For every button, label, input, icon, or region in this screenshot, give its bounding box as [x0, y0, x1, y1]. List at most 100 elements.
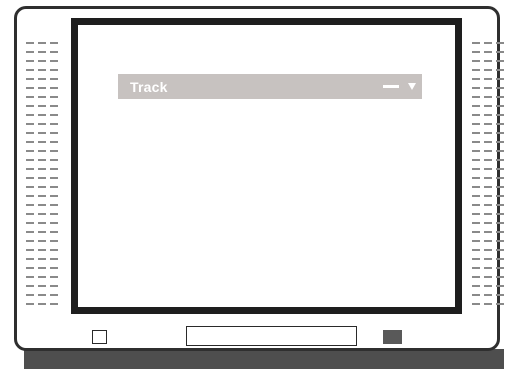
grille-slot — [472, 69, 480, 71]
grille-slot — [50, 60, 58, 62]
grille-slot — [50, 51, 58, 53]
grille-slot — [484, 96, 492, 98]
grille-slot — [26, 204, 34, 206]
control-button[interactable] — [383, 330, 402, 344]
grille-slot — [38, 267, 46, 269]
grille-slot — [472, 195, 480, 197]
grille-slot — [472, 231, 480, 233]
grille-slot — [472, 168, 480, 170]
grille-slot — [26, 51, 34, 53]
grille-slot — [472, 303, 480, 305]
grille-slot — [38, 141, 46, 143]
grille-slot — [496, 213, 504, 215]
grille-slot — [484, 285, 492, 287]
grille-slot — [472, 240, 480, 242]
grille-slot — [484, 51, 492, 53]
grille-slot — [50, 150, 58, 152]
track-label: Track — [130, 78, 168, 95]
grille-slot — [472, 222, 480, 224]
grille-slot — [484, 78, 492, 80]
grille-slot — [472, 204, 480, 206]
grille-slot — [38, 294, 46, 296]
grille-slot — [484, 69, 492, 71]
minus-icon[interactable] — [383, 85, 399, 88]
grille-slot — [496, 303, 504, 305]
grille-slot — [26, 69, 34, 71]
grille-slot — [484, 114, 492, 116]
grille-slot — [26, 150, 34, 152]
grille-slot — [38, 177, 46, 179]
grille-slot — [26, 231, 34, 233]
grille-slot — [50, 276, 58, 278]
grille-slot — [26, 141, 34, 143]
grille-slot — [496, 267, 504, 269]
grille-slot — [26, 105, 34, 107]
grille-slot — [484, 132, 492, 134]
grille-slot — [50, 195, 58, 197]
grille-slot — [496, 285, 504, 287]
grille-slot — [38, 132, 46, 134]
grille-slot — [484, 159, 492, 161]
grille-slot — [496, 222, 504, 224]
speaker-grille-left — [24, 42, 64, 312]
grille-slot — [50, 69, 58, 71]
grille-slot — [38, 78, 46, 80]
grille-slot — [50, 123, 58, 125]
grille-slot — [496, 276, 504, 278]
grille-slot — [26, 294, 34, 296]
grille-slot — [484, 249, 492, 251]
tv-illustration: Track — [0, 0, 518, 369]
grille-slot — [26, 168, 34, 170]
grille-slot — [38, 258, 46, 260]
grille-slot — [38, 150, 46, 152]
grille-slot — [50, 168, 58, 170]
grille-slot — [50, 285, 58, 287]
grille-slot — [496, 132, 504, 134]
disc-slot[interactable] — [186, 326, 357, 346]
grille-slot — [496, 294, 504, 296]
grille-slot — [472, 123, 480, 125]
grille-slot — [472, 105, 480, 107]
grille-slot — [484, 213, 492, 215]
grille-slot — [496, 195, 504, 197]
grille-slot — [38, 186, 46, 188]
grille-slot — [38, 69, 46, 71]
grille-slot — [26, 285, 34, 287]
grille-slot — [496, 123, 504, 125]
grille-slot — [472, 258, 480, 260]
grille-slot — [472, 60, 480, 62]
grille-slot — [472, 87, 480, 89]
grille-slot — [50, 240, 58, 242]
power-button[interactable] — [92, 330, 107, 344]
grille-slot — [50, 267, 58, 269]
grille-slot — [472, 186, 480, 188]
grille-slot — [472, 249, 480, 251]
grille-slot — [484, 231, 492, 233]
grille-slot — [472, 294, 480, 296]
grille-slot — [472, 78, 480, 80]
grille-slot — [26, 87, 34, 89]
grille-slot — [484, 204, 492, 206]
grille-slot — [38, 249, 46, 251]
grille-slot — [38, 303, 46, 305]
grille-slot — [484, 294, 492, 296]
grille-slot — [50, 132, 58, 134]
grille-slot — [26, 123, 34, 125]
grille-slot — [484, 258, 492, 260]
grille-slot — [50, 141, 58, 143]
grille-slot — [496, 186, 504, 188]
grille-slot — [38, 222, 46, 224]
track-menu-bar[interactable]: Track — [118, 74, 422, 99]
grille-slot — [50, 105, 58, 107]
grille-slot — [50, 159, 58, 161]
grille-slot — [38, 42, 46, 44]
grille-slot — [38, 204, 46, 206]
triangle-down-icon[interactable] — [408, 83, 416, 90]
grille-slot — [50, 177, 58, 179]
grille-slot — [38, 96, 46, 98]
grille-slot — [26, 249, 34, 251]
grille-slot — [26, 267, 34, 269]
grille-slot — [496, 78, 504, 80]
grille-slot — [26, 258, 34, 260]
grille-slot — [496, 231, 504, 233]
